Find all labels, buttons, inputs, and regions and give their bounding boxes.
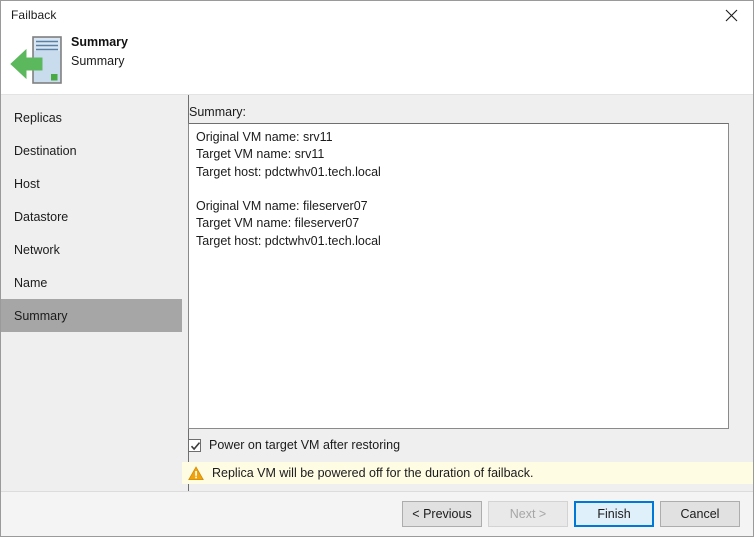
previous-button[interactable]: < Previous [402, 501, 482, 527]
summary-panel: Summary: Original VM name: srv11 Target … [182, 95, 753, 491]
power-on-target-vm-checkbox[interactable] [188, 438, 201, 452]
sidebar-item-label: Host [14, 176, 40, 191]
sidebar-item-label: Name [14, 275, 48, 290]
checkmark-icon [190, 441, 201, 450]
close-icon[interactable] [709, 1, 753, 30]
sidebar-item-datastore[interactable]: Datastore [1, 200, 182, 233]
sidebar-item-label: Summary [14, 308, 68, 323]
sidebar-item-label: Destination [14, 143, 77, 158]
warning-message: Replica VM will be powered off for the d… [212, 466, 534, 480]
summary-label: Summary: [189, 105, 246, 119]
wizard-step-sidebar: Replicas Destination Host Datastore Netw… [1, 95, 182, 491]
sidebar-item-name[interactable]: Name [1, 266, 182, 299]
sidebar-item-label: Network [14, 242, 60, 257]
sidebar-item-replicas[interactable]: Replicas [1, 101, 182, 134]
page-title: Summary [71, 35, 128, 49]
cancel-button[interactable]: Cancel [660, 501, 740, 527]
warning-banner: Replica VM will be powered off for the d… [182, 462, 753, 484]
sidebar-item-summary[interactable]: Summary [1, 299, 182, 332]
sidebar-item-host[interactable]: Host [1, 167, 182, 200]
wizard-footer: < Previous Next > Finish Cancel [1, 491, 753, 536]
sidebar-item-destination[interactable]: Destination [1, 134, 182, 167]
sidebar-item-label: Replicas [14, 110, 62, 125]
title-bar: Failback [1, 1, 753, 31]
next-button: Next > [488, 501, 568, 527]
wizard-body: Replicas Destination Host Datastore Netw… [1, 94, 753, 491]
page-subtitle: Summary [71, 54, 125, 68]
sidebar-item-network[interactable]: Network [1, 233, 182, 266]
power-on-target-vm-label: Power on target VM after restoring [209, 438, 401, 452]
warning-triangle-icon [188, 465, 204, 481]
summary-content: Original VM name: srv11 Target VM name: … [196, 130, 381, 248]
failback-wizard-window: Failback Summary Summary Replicas Destin… [0, 0, 754, 537]
wizard-header: Summary Summary [1, 31, 753, 94]
sidebar-item-label: Datastore [14, 209, 69, 224]
finish-button[interactable]: Finish [574, 501, 654, 527]
failback-server-arrow-icon [9, 29, 73, 91]
summary-textbox[interactable]: Original VM name: srv11 Target VM name: … [188, 123, 729, 429]
power-on-target-vm-checkbox-row[interactable]: Power on target VM after restoring [188, 438, 400, 452]
window-title: Failback [11, 8, 57, 22]
